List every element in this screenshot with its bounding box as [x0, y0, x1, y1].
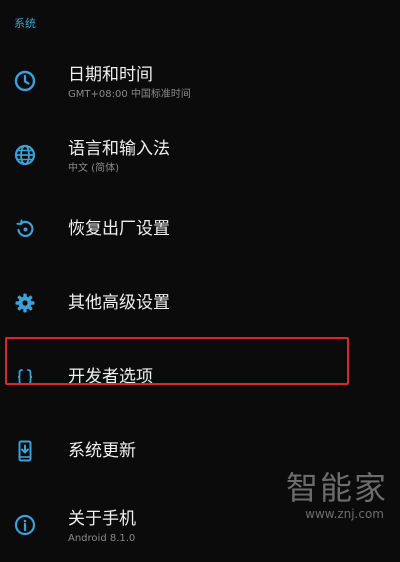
settings-item-title: 日期和时间 [68, 65, 153, 85]
settings-item-title: 语言和输入法 [68, 139, 170, 159]
settings-item-summary: GMT+08:00 中国标准时间 [68, 89, 191, 100]
settings-item-summary: 中文 (简体) [68, 163, 119, 174]
section-header: 系统 [14, 17, 36, 30]
watermark-url: www.znj.com [305, 507, 384, 521]
system-update-icon [12, 438, 38, 464]
settings-item-summary: Android 8.1.0 [68, 533, 136, 544]
settings-item-title: 恢复出厂设置 [68, 219, 170, 239]
gear-icon [12, 290, 38, 316]
watermark: 智能家 www.znj.com [268, 463, 388, 523]
restore-icon [12, 216, 38, 242]
braces-icon [12, 364, 38, 390]
info-icon [12, 512, 38, 538]
settings-item-title: 开发者选项 [68, 367, 153, 387]
globe-icon [12, 142, 38, 168]
settings-item-title: 系统更新 [68, 441, 136, 461]
settings-item-date-time[interactable]: 日期和时间 GMT+08:00 中国标准时间 [0, 44, 400, 118]
settings-item-factory-reset[interactable]: 恢复出厂设置 [0, 192, 400, 266]
settings-item-title: 其他高级设置 [68, 293, 170, 313]
settings-item-developer-options[interactable]: 开发者选项 [0, 340, 400, 414]
settings-item-language-input[interactable]: 语言和输入法 中文 (简体) [0, 118, 400, 192]
settings-item-advanced[interactable]: 其他高级设置 [0, 266, 400, 340]
clock-icon [12, 68, 38, 94]
watermark-text: 智能家 [285, 469, 388, 507]
